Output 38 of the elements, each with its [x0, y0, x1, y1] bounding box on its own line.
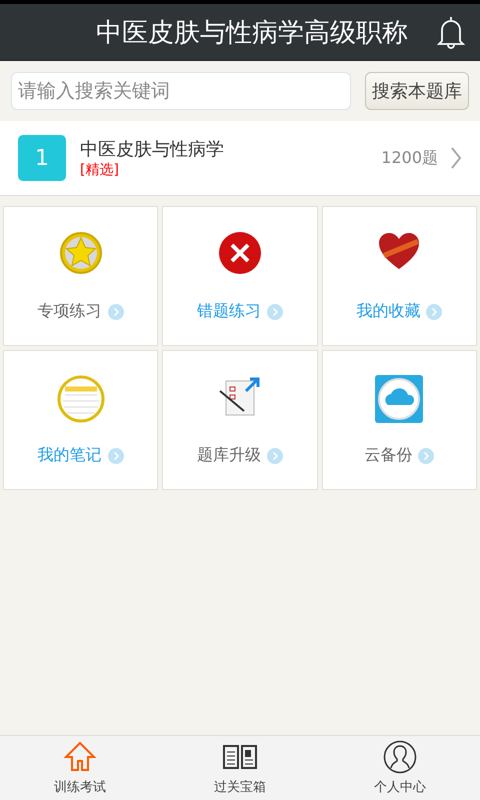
- arrow-circle-icon: [266, 448, 283, 464]
- tile-label: 专项练习: [38, 301, 102, 322]
- bank-name: 中医皮肤与性病学: [80, 138, 225, 161]
- app-title: 中医皮肤与性病学高级职称: [96, 16, 408, 50]
- person-icon: [383, 740, 417, 774]
- nav-tab[interactable]: 过关宝箱: [160, 736, 320, 800]
- search-field[interactable]: 请输入搜索关键词: [11, 72, 351, 110]
- bank-number: 1: [18, 135, 66, 181]
- tile-label: 云备份: [364, 445, 412, 466]
- star-badge-icon: [58, 231, 103, 275]
- arrow-circle-icon: [426, 304, 442, 320]
- home-icon: [63, 740, 97, 774]
- arrow-circle-icon: [108, 448, 124, 464]
- menu-tile[interactable]: 题库升级: [162, 350, 318, 490]
- arrow-circle-icon: [418, 448, 434, 464]
- arrow-circle-icon: [266, 304, 283, 320]
- tile-label: 题库升级: [196, 445, 261, 466]
- nav-tab[interactable]: 训练考试: [0, 736, 160, 800]
- chevron-icon: [450, 146, 462, 170]
- tile-label: 我的笔记: [38, 445, 102, 466]
- cross-circle-icon: [218, 231, 262, 275]
- menu-tile[interactable]: 错题练习: [162, 206, 318, 346]
- menu-tile[interactable]: 专项练习: [3, 206, 158, 346]
- heart-icon: [377, 231, 422, 271]
- question-bank-item[interactable]: 1 中医皮肤与性病学 [精选] 1200题: [0, 121, 480, 196]
- search-button[interactable]: 搜索本题库: [365, 72, 469, 110]
- cloud-icon: [375, 375, 424, 423]
- menu-tile[interactable]: 我的笔记: [3, 350, 158, 490]
- tile-label: 错题练习: [196, 301, 261, 322]
- featured-tag: [精选]: [80, 161, 382, 179]
- menu-tile[interactable]: 我的收藏: [322, 206, 477, 346]
- menu-tile[interactable]: 云备份: [322, 350, 477, 490]
- question-count: 1200题: [381, 148, 438, 168]
- bell-icon[interactable]: [436, 15, 466, 49]
- nav-tab[interactable]: 个人中心: [320, 736, 480, 800]
- tile-label: 我的收藏: [356, 301, 420, 322]
- notepad-icon: [56, 375, 105, 423]
- arrow-circle-icon: [108, 304, 124, 320]
